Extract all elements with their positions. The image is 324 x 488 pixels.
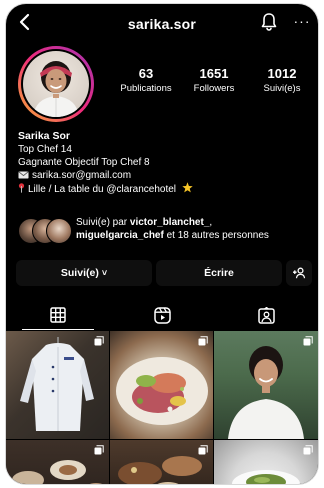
stat-label: Publications [120,83,172,94]
mutual-avatars [18,218,78,244]
post-thumbnail[interactable] [110,440,213,484]
tagged-icon [257,306,275,324]
post-thumbnail[interactable] [6,440,109,484]
followed-prefix: Suivi(e) par [76,217,130,228]
followed-user-link[interactable]: victor_blanchet_ [130,217,209,228]
stat-following[interactable]: 1012 Suivi(e)s [250,66,314,94]
profile-name: Sarika Sor [18,130,70,142]
bell-icon [261,13,277,31]
stat-value: 63 [138,66,154,81]
stat-value: 1012 [267,66,297,81]
grid-icon [50,307,66,323]
followed-by[interactable]: Suivi(e) par victor_blanchet_, miguelgarc… [18,214,316,248]
pin-icon [18,183,25,193]
bio-email-line[interactable]: sarika.sor@gmail.com [18,169,308,182]
post-thumbnail[interactable] [6,331,109,439]
more-icon: ··· [293,13,311,29]
profile-stats: 63 Publications 1651 Followers 1012 Suiv… [114,66,314,94]
avatar [21,49,91,119]
avatar-photo [23,51,89,117]
bio-line: Gagnante Objectif Top Chef 8 [18,157,150,168]
post-thumbnail[interactable] [110,331,213,439]
followed-suffix: et 18 autres personnes [163,230,269,241]
plated-dish-photo [116,357,208,425]
following-label: Suivi(e) [60,267,99,279]
carousel-icon [198,336,208,346]
add-user-button[interactable] [286,260,312,286]
carousel-icon [198,445,208,455]
chef-portrait-photo [228,346,304,439]
carousel-icon [303,336,313,346]
sparkle-star-icon [182,182,193,193]
carousel-icon [94,336,104,346]
reels-icon [153,306,171,324]
chef-jacket-photo [20,337,94,431]
posts-grid [6,331,318,484]
bio-email[interactable]: sarika.sor@gmail.com [32,170,131,181]
mutual-avatar [46,218,72,244]
top-bar: sarika.sor ··· [6,4,318,40]
message-label: Écrire [204,267,234,279]
followed-by-text: Suivi(e) par victor_blanchet_, miguelgarc… [76,216,316,242]
followed-separator: , [209,217,213,228]
profile-screen: sarika.sor ··· 63 Publications 1651 Foll… [6,4,318,484]
more-button[interactable]: ··· [292,14,312,28]
mail-icon [18,171,29,179]
stat-value: 1651 [199,66,229,81]
tab-grid[interactable] [6,300,110,330]
bio-location-line: Lille / La table du @clarancehotel [18,182,308,196]
post-thumbnail[interactable] [214,440,318,484]
post-thumbnail[interactable] [214,331,318,439]
avatar-portrait-icon [33,61,79,117]
carousel-icon [94,445,104,455]
add-user-icon [293,267,306,279]
profile-bio: Sarika Sor Top Chef 14 Gagnante Objectif… [18,130,308,196]
stat-publications[interactable]: 63 Publications [114,66,178,94]
profile-tabs [6,300,318,330]
tab-reels[interactable] [110,300,214,330]
tab-tagged[interactable] [214,300,318,330]
stat-label: Followers [193,83,235,94]
notifications-button[interactable] [260,12,280,34]
bio-location[interactable]: Lille / La table du @clarancehotel [28,184,176,195]
chevron-down-icon: ˅ [101,268,108,278]
following-button[interactable]: Suivi(e) ˅ [16,260,152,286]
story-ring[interactable] [18,46,94,122]
stat-followers[interactable]: 1651 Followers [182,66,246,94]
followed-user-link[interactable]: miguelgarcia_chef [76,230,164,241]
profile-actions: Suivi(e) ˅ Écrire [16,260,312,286]
bio-line: Top Chef 14 [18,144,72,155]
message-button[interactable]: Écrire [156,260,282,286]
stat-label: Suivi(e)s [263,83,301,94]
carousel-icon [303,445,313,455]
